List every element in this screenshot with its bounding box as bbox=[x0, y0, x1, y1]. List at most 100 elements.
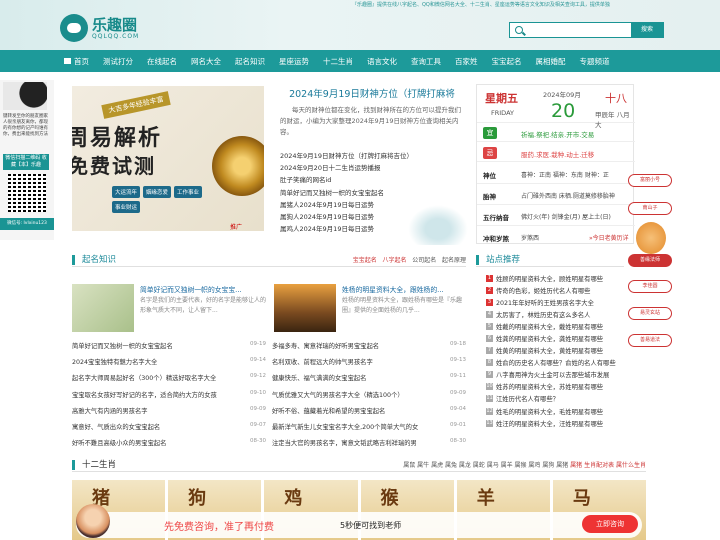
hot-item[interactable]: 5 姓戴的明星资料大全，戴姓明星有哪些 bbox=[486, 320, 634, 332]
section-link[interactable]: 八字起名 bbox=[382, 257, 406, 264]
section-link[interactable]: 宝宝起名 bbox=[353, 257, 377, 264]
feature-links: 2024年9月19日财神方位（打牌打麻将吉位） 2024年9月20日十二生肖运势… bbox=[280, 150, 464, 235]
master-button[interactable]: 南山子 bbox=[628, 202, 672, 215]
banner-pill: 事业财运 bbox=[112, 201, 141, 213]
list-item[interactable]: 最新洋气新生儿女宝宝名字大全,200个简单大气的女 09-01 bbox=[272, 419, 466, 435]
master-button[interactable]: 易灵玄站 bbox=[628, 307, 672, 320]
hot-item[interactable]: 11 江姓历代名人有哪些？ bbox=[486, 393, 634, 405]
hot-item[interactable]: 8 姓俞的历史名人有哪些？俞姓的名人有哪些 bbox=[486, 357, 634, 369]
hot-item[interactable]: 3 2021年年好听的王姓男孩名字大全 bbox=[486, 296, 634, 308]
list-item[interactable]: 高雅大气有内涵的男孩名字 09-09 bbox=[72, 403, 266, 419]
hot-item[interactable]: 7 姓黄的明星资料大全，黄姓明星有哪些 bbox=[486, 345, 634, 357]
search-box[interactable]: 搜索 bbox=[509, 22, 664, 38]
banner-subheadline: 免费试测 bbox=[72, 154, 156, 178]
list-item[interactable]: 名利双收、前程远大的帅气男孩名字 09-13 bbox=[272, 354, 466, 370]
calendar-day: 20 bbox=[551, 100, 576, 122]
wechat-button[interactable]: 微信扫描二维码 收藏【本】乐趣 bbox=[3, 154, 49, 170]
article-title[interactable]: 姓杨的明星资料大全，跟姓杨的... bbox=[342, 284, 444, 294]
calendar-row: 神位 喜神：正南 福神：东南 财神：正 bbox=[477, 164, 635, 184]
list-item[interactable]: 好听不難且高级小众的男宝宝起名 08-30 bbox=[72, 435, 266, 451]
lunar-day: 十八 bbox=[605, 92, 627, 105]
nav-topics[interactable]: 专题频道 bbox=[580, 56, 610, 67]
list-item[interactable]: 宝宝取名女孩好写好记的名字，适合简约大方的女孩 09-10 bbox=[72, 387, 266, 403]
site-logo[interactable]: 乐趣圈 QQLQQ.COM bbox=[60, 14, 139, 42]
almanac-detail-link[interactable]: »今日老黄历详 bbox=[589, 233, 629, 242]
article-image bbox=[72, 284, 134, 332]
yinyang-image bbox=[3, 82, 47, 110]
banner-pill: 姻缘恋爱 bbox=[143, 186, 172, 198]
nav-baby-names[interactable]: 宝宝起名 bbox=[492, 56, 522, 67]
master-button[interactable]: 善缘法师 bbox=[628, 254, 672, 267]
promo-banner[interactable]: 大吉多年经验丰富 周易解析 免费试测 大运流年 姻缘恋爱 工作事业 事业财运 推… bbox=[72, 86, 264, 231]
list-item[interactable]: 寓意好、气质出众的女宝宝起名 09-07 bbox=[72, 419, 266, 435]
article-card[interactable]: 简单好记而又独树一帜的女宝宝... 名字是我们的主要代表，好的名字是能够让人的形… bbox=[72, 284, 270, 334]
master-button[interactable]: 善易道法 bbox=[628, 334, 672, 347]
calendar-row: 五行纳音 佛灯火(年) 剑锋金(月) 屋上土(日) bbox=[477, 206, 635, 226]
hot-item[interactable]: 2 传奇的色彩，姬姓历代名人有哪些 bbox=[486, 284, 634, 296]
feature-link[interactable]: 简单好记而又独树一帜的女宝宝起名 bbox=[280, 187, 464, 199]
calendar-month: 2024年09月 bbox=[543, 91, 581, 99]
hot-item[interactable]: 12 姓毛的明星资料大全，毛姓明星有哪些 bbox=[486, 405, 634, 417]
section-bar bbox=[72, 255, 75, 265]
list-item[interactable]: 简单好记而又独树一帜的女宝宝起名 09-19 bbox=[72, 338, 266, 354]
zodiac-extra-links[interactable]: 属猪 生肖配对表 属什么生肖 bbox=[570, 462, 646, 469]
section-link[interactable]: 公司起名 bbox=[412, 257, 436, 264]
consultant-avatar bbox=[76, 504, 110, 538]
feature-link[interactable]: 属狗人2024年9月19日每日运势 bbox=[280, 211, 464, 223]
feature-link[interactable]: 属猪人2024年9月19日每日运势 bbox=[280, 199, 464, 211]
nav-horoscope[interactable]: 星座运势 bbox=[279, 56, 309, 67]
feature-link[interactable]: 2024年9月19日财神方位（打牌打麻将吉位） bbox=[280, 150, 464, 162]
article-desc: 姓杨的明星资料大全，跟姓杨有哪些是『乐趣圈』提供的全面姓杨的几乎... bbox=[342, 297, 463, 314]
feature-link[interactable]: 2024年9月20日十二生肖运势播报 bbox=[280, 162, 464, 174]
list-item[interactable]: 气质优雅又大气的男孩名字大全（精选100个） 09-09 bbox=[272, 387, 466, 403]
hot-item[interactable]: 6 姓龚的明星资料大全，龚姓明星有哪些 bbox=[486, 332, 634, 344]
feature-link[interactable]: 属鸡人2024年9月19日每日运势 bbox=[280, 223, 464, 235]
nav-marriage[interactable]: 属相婚配 bbox=[536, 56, 566, 67]
nav-zodiac[interactable]: 十二生肖 bbox=[323, 56, 353, 67]
promo-headline: 先免费咨询，准了再付费 bbox=[164, 522, 274, 533]
nav-naming-online[interactable]: 在线起名 bbox=[147, 56, 177, 67]
hot-item[interactable]: 1 姓顾的明星资料大全，顾姓明星有哪些 bbox=[486, 272, 634, 284]
hot-item[interactable]: 13 姓汪的明星资料大全，汪姓明星有哪些 bbox=[486, 417, 634, 429]
feature-link[interactable]: 肚子笑痛的网名id bbox=[280, 174, 464, 186]
master-button[interactable]: 李佳圆 bbox=[628, 280, 672, 293]
nav-surnames[interactable]: 百家姓 bbox=[455, 56, 478, 67]
nav-home[interactable]: 首页 bbox=[64, 56, 89, 67]
bagua-compass-image bbox=[212, 136, 264, 196]
main-nav: 首页 测试打分 在线起名 网名大全 起名知识 星座运势 十二生肖 语言文化 查询… bbox=[0, 50, 720, 72]
weekday-en: FRIDAY bbox=[491, 109, 514, 117]
yi-text: 祈福.祭祀.结亲.开市.交易 bbox=[521, 131, 595, 139]
list-item[interactable]: 注定当大官的男孩名字，寓意文韬武略吉利祥瑞的男 08-30 bbox=[272, 435, 466, 451]
section-bar bbox=[476, 255, 479, 265]
hot-item[interactable]: 9 八字喜用神为火土金可以去那些城市发展 bbox=[486, 369, 634, 381]
section-link[interactable]: 起名原理 bbox=[442, 257, 466, 264]
hot-item[interactable]: 4 太厉害了，林姓历史有这么多名人 bbox=[486, 308, 634, 320]
master-button[interactable]: 富丽小号 bbox=[628, 174, 672, 187]
sidebar-text: 键转发至你的朋友圈家人很亲朋友离你，都现的有你想的记产吗谁有你，费出来能找到方法 bbox=[3, 114, 48, 137]
master-avatar bbox=[636, 222, 666, 254]
feature-title[interactable]: 2024年9月19日财神方位（打牌打麻将 bbox=[276, 86, 468, 100]
article-title[interactable]: 简单好记而又独树一帜的女宝宝... bbox=[140, 284, 242, 294]
wechat-id: 微信号: lvlxinu123 bbox=[0, 218, 54, 230]
search-icon bbox=[515, 26, 523, 34]
article-card[interactable]: 姓杨的明星资料大全，跟姓杨的... 姓杨的明星资料大全，跟姓杨有哪些是『乐趣圈』… bbox=[274, 284, 470, 334]
zodiac-link-list[interactable]: 属鼠 属牛 属虎 属兔 属龙 属蛇 属马 属羊 属猴 属鸡 属狗 属猪 bbox=[403, 462, 568, 469]
nav-test[interactable]: 测试打分 bbox=[103, 56, 133, 67]
list-item[interactable]: 健康快乐、福气满满的女宝宝起名 09-11 bbox=[272, 370, 466, 386]
list-item[interactable]: 2024宝宝独特有魅力名字大全 09-14 bbox=[72, 354, 266, 370]
nav-naming-knowledge[interactable]: 起名知识 bbox=[235, 56, 265, 67]
list-item[interactable]: 好听不俗、蕴藏着光和希望的男宝宝起名 09-04 bbox=[272, 403, 466, 419]
consult-now-button[interactable]: 立即咨询 bbox=[582, 515, 638, 533]
nav-tools[interactable]: 查询工具 bbox=[411, 56, 441, 67]
search-button[interactable]: 搜索 bbox=[631, 23, 663, 37]
nav-nicknames[interactable]: 网名大全 bbox=[191, 56, 221, 67]
zodiac-section-header: 十二生肖 属鼠 属牛 属虎 属兔 属龙 属蛇 属马 属羊 属猴 属鸡 属狗 属猪… bbox=[72, 458, 646, 472]
banner-tag: 大吉多年经验丰富 bbox=[101, 91, 171, 119]
section-bar bbox=[72, 460, 75, 470]
list-item[interactable]: 多福多寿、寓意祥瑞的好听男宝宝起名 09-18 bbox=[272, 338, 466, 354]
banner-headline: 周易解析 bbox=[72, 126, 163, 151]
list-item[interactable]: 起名字大师周易起好名（300个）精选好取名字大全 09-12 bbox=[72, 370, 266, 386]
hot-item[interactable]: 10 姓苏的明星资料大全，苏姓明星有哪些 bbox=[486, 381, 634, 393]
banner-pill: 工作事业 bbox=[174, 186, 203, 198]
nav-culture[interactable]: 语言文化 bbox=[367, 56, 397, 67]
